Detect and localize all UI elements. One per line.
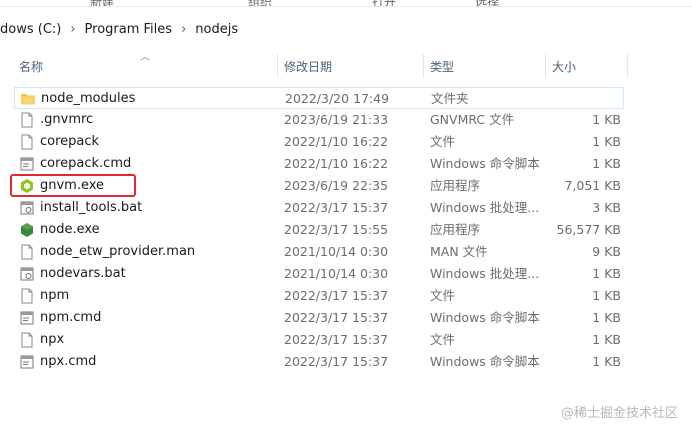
file-row[interactable]: node_modules 2022/3/20 17:49 文件夹 [14,87,624,109]
file-size: 9 KB [592,244,621,259]
file-modified-date: 2022/3/20 17:49 [285,91,390,106]
script-file-icon [19,156,35,172]
file-size: 1 KB [592,310,621,325]
chevron-right-icon[interactable]: › [70,22,75,37]
watermark: @稀土掘金技术社区 [560,406,678,421]
file-row[interactable]: .gnvmrc 2023/6/19 21:33 GNVMRC 文件 1 KB [14,109,624,131]
file-row[interactable]: npm 2022/3/17 15:37 文件 1 KB [14,285,624,307]
file-size: 1 KB [592,288,621,303]
file-name: corepack.cmd [40,156,132,171]
file-size: 7,051 KB [564,178,621,193]
batch-file-icon [19,200,35,216]
file-name: install_tools.bat [40,200,143,215]
ribbon-label[interactable]: 选择 [475,0,499,6]
file-type: Windows 批处理... [430,200,540,215]
file-modified-date: 2023/6/19 21:33 [284,112,389,127]
breadcrumb-drive[interactable]: dows (C:) [0,22,61,37]
breadcrumb-program-files[interactable]: Program Files [85,22,173,37]
file-type: 文件夹 [431,91,469,106]
file-size: 56,577 KB [556,222,621,237]
file-modified-date: 2022/3/17 15:37 [284,288,389,303]
column-header-modified[interactable]: 修改日期 [284,56,332,78]
ribbon-strip: 新建 组织 打开 选择 [0,0,692,7]
file-name: npm [40,288,70,303]
file-icon [19,134,35,150]
file-size: 1 KB [592,266,621,281]
file-modified-date: 2021/10/14 0:30 [284,266,389,281]
node-app-icon [19,222,35,238]
breadcrumb[interactable]: dows (C:) › Program Files › nodejs [0,12,692,46]
file-modified-date: 2022/3/17 15:37 [284,200,389,215]
file-name: corepack [40,134,100,149]
file-type: 应用程序 [430,222,481,237]
file-name: node_etw_provider.man [40,244,196,259]
file-row[interactable]: node_etw_provider.man 2021/10/14 0:30 MAN … [14,241,624,263]
file-type: 文件 [430,134,456,149]
file-type: Windows 命令脚本 [430,354,540,369]
file-row[interactable]: corepack.cmd 2022/1/10 16:22 Windows 命令脚本 1… [14,153,624,175]
file-icon [19,332,35,348]
file-modified-date: 2022/1/10 16:22 [284,134,389,149]
file-modified-date: 2022/3/17 15:37 [284,354,389,369]
file-row[interactable]: npx.cmd 2022/3/17 15:37 Windows 命令脚本 1 KB [14,351,624,373]
file-type: GNVMRC 文件 [430,112,515,127]
column-header-name[interactable]: 名称 [19,56,43,78]
file-row[interactable]: install_tools.bat 2022/3/17 15:37 Windows … [14,197,624,219]
file-modified-date: 2023/6/19 22:35 [284,178,389,193]
file-icon [19,244,35,260]
file-icon [19,288,35,304]
file-name: node_modules [41,91,136,106]
script-file-icon [19,310,35,326]
folder-icon [20,91,36,107]
batch-file-icon [19,266,35,282]
file-name: node.exe [40,222,100,237]
file-name: npx [40,332,65,347]
file-type: 应用程序 [430,178,481,193]
file-modified-date: 2021/10/14 0:30 [284,244,389,259]
script-file-icon [19,354,35,370]
file-modified-date: 2022/3/17 15:37 [284,310,389,325]
file-size: 1 KB [592,354,621,369]
breadcrumb-nodejs[interactable]: nodejs [195,22,238,37]
file-modified-date: 2022/3/17 15:37 [284,332,389,347]
ribbon-label[interactable]: 新建 [90,0,114,6]
file-name: .gnvmrc [40,112,94,127]
sort-up-icon: ︿ [140,52,150,63]
file-type: 文件 [430,288,456,303]
file-type: Windows 批处理... [430,266,540,281]
column-divider[interactable] [423,54,424,78]
highlight-annotation [10,174,136,197]
file-size: 1 KB [592,134,621,149]
column-header-size[interactable]: 大小 [552,56,576,78]
file-type: MAN 文件 [430,244,488,259]
file-name: npm.cmd [40,310,102,325]
file-size: 1 KB [592,156,621,171]
file-type: Windows 命令脚本 [430,310,540,325]
file-type: 文件 [430,332,456,347]
ribbon-label[interactable]: 组织 [248,0,272,6]
file-row[interactable]: node.exe 2022/3/17 15:55 应用程序 56,577 KB [14,219,624,241]
column-divider[interactable] [627,54,628,78]
file-modified-date: 2022/1/10 16:22 [284,156,389,171]
column-divider[interactable] [545,54,546,78]
file-type: Windows 命令脚本 [430,156,540,171]
file-row[interactable]: nodevars.bat 2021/10/14 0:30 Windows 批处理..… [14,263,624,285]
file-row[interactable]: corepack 2022/1/10 16:22 文件 1 KB [14,131,624,153]
file-icon [19,112,35,128]
chevron-right-icon[interactable]: › [181,22,186,37]
file-size: 3 KB [592,200,621,215]
ribbon-label[interactable]: 打开 [372,0,396,6]
file-name: npx.cmd [40,354,97,369]
file-size: 1 KB [592,332,621,347]
file-row[interactable]: npx 2022/3/17 15:37 文件 1 KB [14,329,624,351]
column-header-type[interactable]: 类型 [430,56,454,78]
file-name: nodevars.bat [40,266,126,281]
column-divider[interactable] [277,54,278,78]
file-row[interactable]: npm.cmd 2022/3/17 15:37 Windows 命令脚本 1 KB [14,307,624,329]
file-size: 1 KB [592,112,621,127]
file-modified-date: 2022/3/17 15:55 [284,222,389,237]
